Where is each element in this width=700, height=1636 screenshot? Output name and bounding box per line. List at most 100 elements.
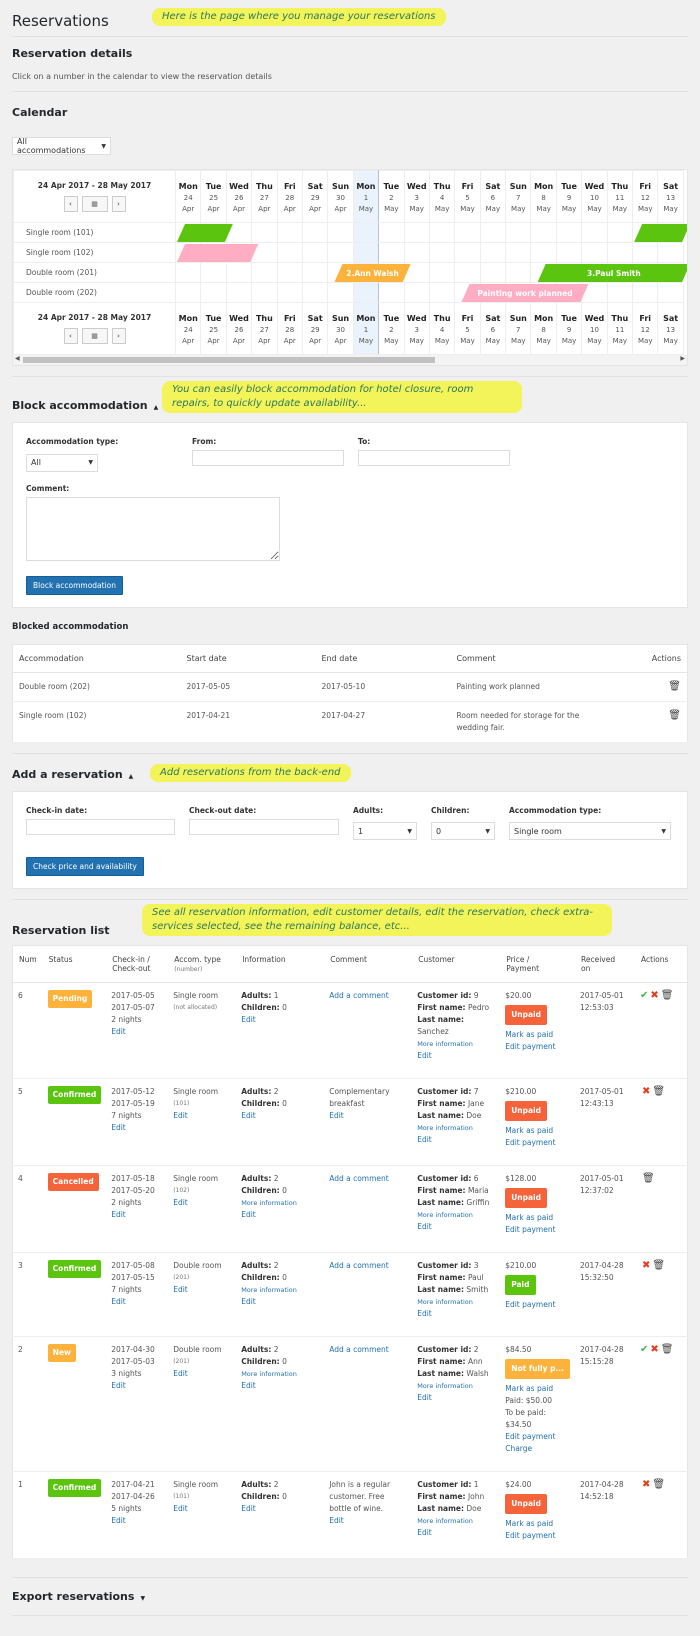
- more-information-link[interactable]: More information: [241, 1284, 319, 1296]
- accommodation-type-select[interactable]: Single room ▼: [509, 822, 671, 840]
- edit-payment-link[interactable]: Edit payment: [505, 1041, 570, 1053]
- calendar-cell[interactable]: [555, 222, 583, 243]
- add-comment-link[interactable]: Add a comment: [329, 990, 407, 1002]
- calendar-booking-segment[interactable]: [177, 224, 233, 242]
- calendar-cell[interactable]: [352, 222, 380, 243]
- customer-more-information-link[interactable]: More information: [417, 1038, 495, 1050]
- edit-comment-link[interactable]: Edit: [329, 1110, 407, 1122]
- check-price-button[interactable]: Check price and availability: [26, 857, 144, 876]
- close-icon[interactable]: ✖: [642, 1260, 650, 1271]
- edit-customer-link[interactable]: Edit: [417, 1050, 495, 1062]
- calendar-cell[interactable]: [276, 222, 303, 243]
- check-icon[interactable]: ✔: [640, 990, 648, 1001]
- close-icon[interactable]: ✖: [642, 1086, 650, 1097]
- close-icon[interactable]: ✖: [650, 1344, 658, 1355]
- edit-dates-link[interactable]: Edit: [111, 1122, 163, 1134]
- calendar-cell[interactable]: [454, 222, 481, 243]
- edit-information-link[interactable]: Edit: [241, 1209, 319, 1221]
- calendar-cell[interactable]: [327, 222, 354, 243]
- edit-payment-link[interactable]: Edit payment: [505, 1530, 570, 1542]
- trash-icon[interactable]: 🗑: [642, 1173, 655, 1185]
- edit-accommodation-link[interactable]: Edit: [173, 1197, 231, 1209]
- calendar-cell[interactable]: [657, 242, 684, 263]
- block-from-input[interactable]: [192, 450, 344, 466]
- prev-period-button[interactable]: ‹: [63, 328, 78, 344]
- calendar-cell[interactable]: [403, 242, 430, 263]
- calendar-cell[interactable]: [251, 222, 278, 243]
- calendar-cell[interactable]: [378, 282, 405, 303]
- calendar-cell[interactable]: [352, 282, 380, 303]
- trash-icon[interactable]: 🗑: [668, 710, 681, 722]
- trash-icon[interactable]: 🗑: [668, 681, 681, 693]
- edit-payment-link[interactable]: Edit payment: [505, 1299, 570, 1311]
- accommodation-filter-select[interactable]: All accommodations ▼: [12, 137, 111, 155]
- calendar-cell[interactable]: [479, 262, 507, 283]
- scroll-left-icon[interactable]: ◀: [15, 355, 20, 362]
- next-period-button[interactable]: ›: [111, 328, 126, 344]
- calendar-cell[interactable]: [200, 282, 227, 303]
- calendar-cell[interactable]: [505, 242, 532, 263]
- calendar-cell[interactable]: [632, 282, 659, 303]
- edit-customer-link[interactable]: Edit: [417, 1134, 495, 1146]
- charge-link[interactable]: Charge: [505, 1443, 570, 1455]
- calendar-cell[interactable]: [632, 242, 659, 263]
- customer-more-information-link[interactable]: More information: [417, 1296, 495, 1308]
- edit-dates-link[interactable]: Edit: [111, 1515, 163, 1527]
- edit-customer-link[interactable]: Edit: [417, 1221, 495, 1233]
- calendar-cell[interactable]: [657, 282, 684, 303]
- edit-customer-link[interactable]: Edit: [417, 1392, 495, 1404]
- trash-icon[interactable]: 🗑: [661, 990, 674, 1002]
- edit-dates-link[interactable]: Edit: [111, 1209, 163, 1221]
- calendar-cell[interactable]: [581, 222, 608, 243]
- edit-information-link[interactable]: Edit: [241, 1110, 319, 1122]
- calendar-booking[interactable]: 3.Paul Smith: [538, 264, 688, 282]
- calendar-cell[interactable]: [276, 282, 303, 303]
- edit-accommodation-link[interactable]: Edit: [173, 1110, 231, 1122]
- trash-icon[interactable]: 🗑: [652, 1479, 665, 1491]
- mark-as-paid-link[interactable]: Mark as paid: [505, 1212, 570, 1224]
- calendar-cell[interactable]: [174, 262, 202, 283]
- calendar-cell[interactable]: [378, 222, 405, 243]
- mark-as-paid-link[interactable]: Mark as paid: [505, 1518, 570, 1530]
- next-period-button[interactable]: ›: [111, 196, 126, 212]
- calendar-cell[interactable]: [479, 222, 507, 243]
- mark-as-paid-link[interactable]: Mark as paid: [505, 1029, 570, 1041]
- edit-information-link[interactable]: Edit: [241, 1296, 319, 1308]
- calendar-cell[interactable]: [251, 262, 278, 283]
- checkout-date-input[interactable]: [189, 818, 339, 835]
- block-type-select[interactable]: All ▼: [26, 453, 98, 472]
- calendar-cell[interactable]: [606, 222, 634, 243]
- check-icon[interactable]: ✔: [640, 1344, 648, 1355]
- calendar-cell[interactable]: [530, 222, 557, 243]
- calendar-booking-segment[interactable]: [634, 224, 688, 242]
- calendar-cell[interactable]: [555, 242, 583, 263]
- calendar-cell[interactable]: [378, 242, 405, 263]
- edit-dates-link[interactable]: Edit: [111, 1380, 163, 1392]
- calendar-cell[interactable]: [505, 262, 532, 283]
- calendar-booking[interactable]: 2.Ann Walsh: [334, 264, 410, 282]
- edit-information-link[interactable]: Edit: [241, 1014, 319, 1026]
- calendar-cell[interactable]: [251, 282, 278, 303]
- customer-more-information-link[interactable]: More information: [417, 1380, 495, 1392]
- add-comment-link[interactable]: Add a comment: [329, 1173, 407, 1185]
- trash-icon[interactable]: 🗑: [652, 1086, 665, 1098]
- customer-more-information-link[interactable]: More information: [417, 1122, 495, 1134]
- add-comment-link[interactable]: Add a comment: [329, 1260, 407, 1272]
- calendar-cell[interactable]: [225, 262, 253, 283]
- calendar-cell[interactable]: [428, 222, 456, 243]
- calendar-cell[interactable]: [479, 242, 507, 263]
- calendar-cell[interactable]: [428, 242, 456, 263]
- prev-period-button[interactable]: ‹: [63, 196, 78, 212]
- export-reservations-toggle[interactable]: Export reservations ▼: [12, 1590, 688, 1603]
- calendar-cell[interactable]: [403, 222, 430, 243]
- customer-more-information-link[interactable]: More information: [417, 1209, 495, 1221]
- calendar-cell[interactable]: [403, 282, 430, 303]
- edit-accommodation-link[interactable]: Edit: [173, 1284, 231, 1296]
- calendar-booking[interactable]: Painting work planned: [461, 284, 588, 302]
- edit-payment-link[interactable]: Edit payment: [505, 1224, 570, 1236]
- calendar-icon[interactable]: ▦: [81, 196, 108, 212]
- calendar-cell[interactable]: [530, 242, 557, 263]
- children-select[interactable]: 0 ▼: [431, 822, 495, 840]
- block-comment-textarea[interactable]: [26, 496, 280, 561]
- calendar-cell[interactable]: [301, 262, 329, 283]
